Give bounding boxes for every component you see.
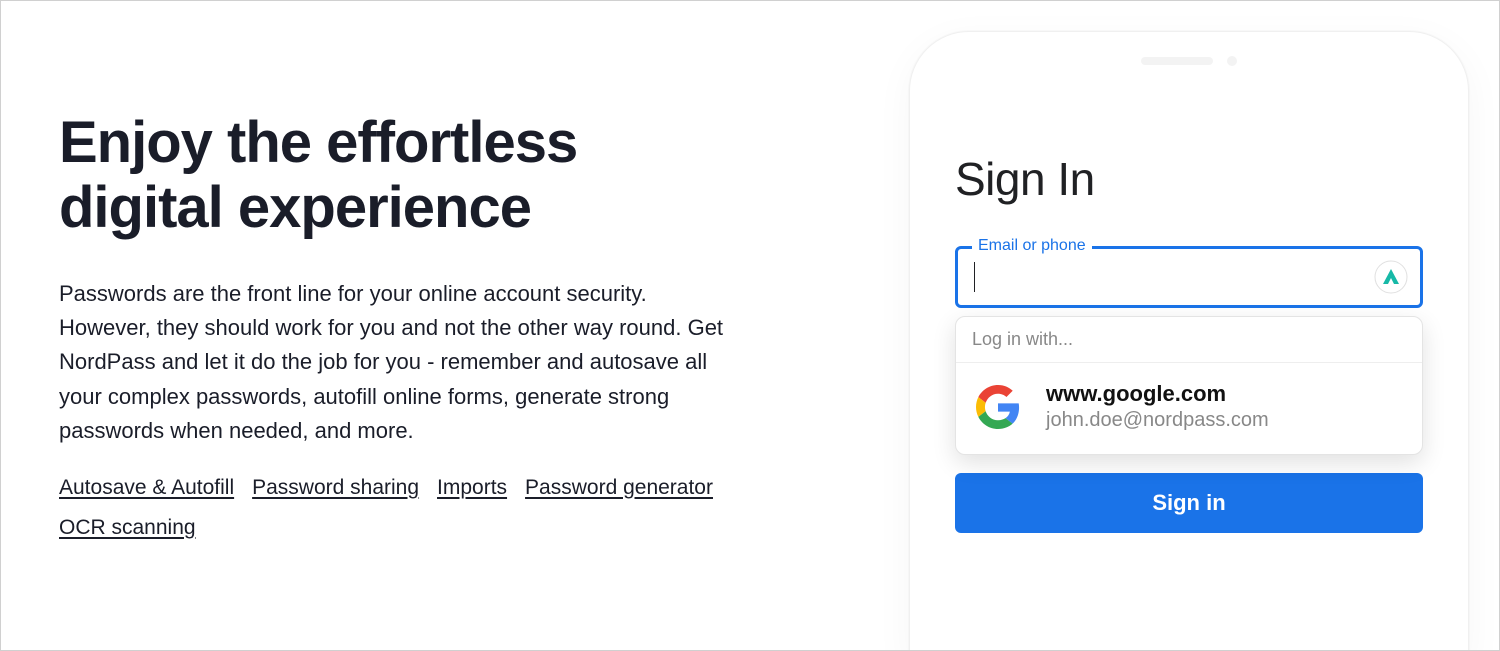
autofill-suggestion-item[interactable]: www.google.com john.doe@nordpass.com: [956, 363, 1422, 454]
marketing-hero-frame: Enjoy the effortless digital experience …: [0, 0, 1500, 651]
autofill-popup: Log in with... www.google.com john.doe@n…: [955, 316, 1423, 455]
hero-headline: Enjoy the effortless digital experience: [59, 111, 741, 241]
nordpass-icon[interactable]: [1374, 260, 1408, 294]
autofill-site: www.google.com: [1046, 381, 1269, 407]
link-ocr-scanning[interactable]: OCR scanning: [59, 516, 196, 540]
camera-dot-icon: [1227, 56, 1237, 66]
sign-in-button[interactable]: Sign in: [955, 473, 1423, 533]
link-imports[interactable]: Imports: [437, 476, 507, 500]
phone-body: Sign In Email or phone Log in with...: [909, 31, 1469, 651]
email-or-phone-field[interactable]: Email or phone: [955, 246, 1423, 308]
feature-links-row: Autosave & Autofill Password sharing Imp…: [59, 476, 739, 540]
link-password-generator[interactable]: Password generator: [525, 476, 713, 500]
hero-text-column: Enjoy the effortless digital experience …: [1, 111, 781, 539]
google-logo-icon: [976, 385, 1020, 429]
link-autosave-autofill[interactable]: Autosave & Autofill: [59, 476, 234, 500]
link-password-sharing[interactable]: Password sharing: [252, 476, 419, 500]
autofill-popup-header: Log in with...: [956, 317, 1422, 363]
hero-body-copy: Passwords are the front line for your on…: [59, 277, 739, 447]
autofill-email: john.doe@nordpass.com: [1046, 409, 1269, 432]
phone-mockup: Sign In Email or phone Log in with...: [909, 31, 1469, 651]
phone-speaker: [1141, 56, 1237, 66]
speaker-slot-icon: [1141, 57, 1213, 65]
text-cursor-icon: [974, 262, 975, 292]
autofill-suggestion-text: www.google.com john.doe@nordpass.com: [1046, 381, 1269, 432]
sign-in-heading: Sign In: [955, 152, 1423, 206]
email-or-phone-label: Email or phone: [972, 237, 1092, 255]
